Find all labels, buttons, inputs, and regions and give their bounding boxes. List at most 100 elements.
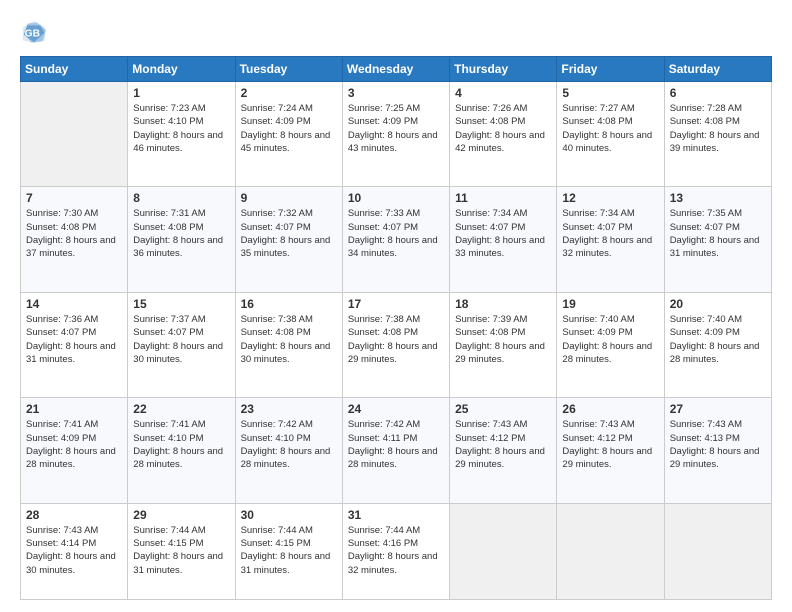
calendar-week-row: 14Sunrise: 7:36 AMSunset: 4:07 PMDayligh… [21, 292, 772, 397]
page: GB SundayMondayTuesdayWednesdayThursdayF… [0, 0, 792, 612]
day-number: 16 [241, 297, 337, 311]
cell-details: Sunrise: 7:43 AMSunset: 4:14 PMDaylight:… [26, 524, 122, 577]
day-number: 12 [562, 191, 658, 205]
calendar-cell [21, 82, 128, 187]
cell-details: Sunrise: 7:42 AMSunset: 4:11 PMDaylight:… [348, 418, 444, 471]
calendar-cell: 7 Sunrise: 7:30 AMSunset: 4:08 PMDaylight… [21, 187, 128, 292]
calendar-cell: 22 Sunrise: 7:41 AMSunset: 4:10 PMDayligh… [128, 398, 235, 503]
cell-details: Sunrise: 7:36 AMSunset: 4:07 PMDaylight:… [26, 313, 122, 366]
calendar-cell: 23Sunrise: 7:42 AMSunset: 4:10 PMDayligh… [235, 398, 342, 503]
cell-details: Sunrise: 7:23 AMSunset: 4:10 PMDaylight:… [133, 102, 229, 155]
day-number: 20 [670, 297, 766, 311]
day-number: 1 [133, 86, 229, 100]
weekday-header-tuesday: Tuesday [235, 57, 342, 82]
calendar-cell: 14Sunrise: 7:36 AMSunset: 4:07 PMDayligh… [21, 292, 128, 397]
day-number: 2 [241, 86, 337, 100]
weekday-header-monday: Monday [128, 57, 235, 82]
calendar-cell: 16 Sunrise: 7:38 AMSunset: 4:08 PMDayligh… [235, 292, 342, 397]
cell-details: Sunrise: 7:31 AMSunset: 4:08 PMDaylight:… [133, 207, 229, 260]
cell-details: Sunrise: 7:34 AMSunset: 4:07 PMDaylight:… [455, 207, 551, 260]
day-number: 10 [348, 191, 444, 205]
calendar-cell [664, 503, 771, 599]
cell-details: Sunrise: 7:43 AMSunset: 4:12 PMDaylight:… [562, 418, 658, 471]
calendar-cell: 28 Sunrise: 7:43 AMSunset: 4:14 PMDayligh… [21, 503, 128, 599]
cell-details: Sunrise: 7:34 AMSunset: 4:07 PMDaylight:… [562, 207, 658, 260]
day-number: 26 [562, 402, 658, 416]
day-number: 6 [670, 86, 766, 100]
day-number: 24 [348, 402, 444, 416]
cell-details: Sunrise: 7:38 AMSunset: 4:08 PMDaylight:… [241, 313, 337, 366]
cell-details: Sunrise: 7:32 AMSunset: 4:07 PMDaylight:… [241, 207, 337, 260]
weekday-header-saturday: Saturday [664, 57, 771, 82]
calendar-table: SundayMondayTuesdayWednesdayThursdayFrid… [20, 56, 772, 600]
calendar-cell: 5 Sunrise: 7:27 AMSunset: 4:08 PMDaylight… [557, 82, 664, 187]
cell-details: Sunrise: 7:44 AMSunset: 4:16 PMDaylight:… [348, 524, 444, 577]
logo-icon: GB [20, 18, 48, 46]
svg-text:GB: GB [25, 29, 40, 40]
calendar-cell: 30Sunrise: 7:44 AMSunset: 4:15 PMDayligh… [235, 503, 342, 599]
calendar-week-row: 21 Sunrise: 7:41 AMSunset: 4:09 PMDayligh… [21, 398, 772, 503]
cell-details: Sunrise: 7:44 AMSunset: 4:15 PMDaylight:… [241, 524, 337, 577]
cell-details: Sunrise: 7:35 AMSunset: 4:07 PMDaylight:… [670, 207, 766, 260]
calendar-cell: 26 Sunrise: 7:43 AMSunset: 4:12 PMDayligh… [557, 398, 664, 503]
calendar-week-row: 7 Sunrise: 7:30 AMSunset: 4:08 PMDaylight… [21, 187, 772, 292]
day-number: 25 [455, 402, 551, 416]
cell-details: Sunrise: 7:30 AMSunset: 4:08 PMDaylight:… [26, 207, 122, 260]
calendar-cell: 20 Sunrise: 7:40 AMSunset: 4:09 PMDayligh… [664, 292, 771, 397]
day-number: 11 [455, 191, 551, 205]
calendar-cell: 4 Sunrise: 7:26 AMSunset: 4:08 PMDaylight… [450, 82, 557, 187]
calendar-cell: 11 Sunrise: 7:34 AMSunset: 4:07 PMDayligh… [450, 187, 557, 292]
cell-details: Sunrise: 7:41 AMSunset: 4:10 PMDaylight:… [133, 418, 229, 471]
calendar-cell: 6 Sunrise: 7:28 AMSunset: 4:08 PMDaylight… [664, 82, 771, 187]
calendar-cell [450, 503, 557, 599]
calendar-cell: 1 Sunrise: 7:23 AMSunset: 4:10 PMDaylight… [128, 82, 235, 187]
cell-details: Sunrise: 7:25 AMSunset: 4:09 PMDaylight:… [348, 102, 444, 155]
day-number: 15 [133, 297, 229, 311]
calendar-cell: 21 Sunrise: 7:41 AMSunset: 4:09 PMDayligh… [21, 398, 128, 503]
calendar-cell: 13Sunrise: 7:35 AMSunset: 4:07 PMDayligh… [664, 187, 771, 292]
day-number: 9 [241, 191, 337, 205]
day-number: 7 [26, 191, 122, 205]
day-number: 28 [26, 508, 122, 522]
day-number: 23 [241, 402, 337, 416]
cell-details: Sunrise: 7:43 AMSunset: 4:12 PMDaylight:… [455, 418, 551, 471]
calendar-cell: 17Sunrise: 7:38 AMSunset: 4:08 PMDayligh… [342, 292, 449, 397]
weekday-header-sunday: Sunday [21, 57, 128, 82]
cell-details: Sunrise: 7:28 AMSunset: 4:08 PMDaylight:… [670, 102, 766, 155]
cell-details: Sunrise: 7:44 AMSunset: 4:15 PMDaylight:… [133, 524, 229, 577]
day-number: 31 [348, 508, 444, 522]
calendar-cell: 3 Sunrise: 7:25 AMSunset: 4:09 PMDaylight… [342, 82, 449, 187]
cell-details: Sunrise: 7:40 AMSunset: 4:09 PMDaylight:… [670, 313, 766, 366]
calendar-cell: 18Sunrise: 7:39 AMSunset: 4:08 PMDayligh… [450, 292, 557, 397]
day-number: 19 [562, 297, 658, 311]
calendar-cell: 27Sunrise: 7:43 AMSunset: 4:13 PMDayligh… [664, 398, 771, 503]
cell-details: Sunrise: 7:37 AMSunset: 4:07 PMDaylight:… [133, 313, 229, 366]
calendar-cell: 24 Sunrise: 7:42 AMSunset: 4:11 PMDayligh… [342, 398, 449, 503]
day-number: 22 [133, 402, 229, 416]
calendar-cell: 12 Sunrise: 7:34 AMSunset: 4:07 PMDayligh… [557, 187, 664, 292]
cell-details: Sunrise: 7:26 AMSunset: 4:08 PMDaylight:… [455, 102, 551, 155]
weekday-header-wednesday: Wednesday [342, 57, 449, 82]
calendar-week-row: 28 Sunrise: 7:43 AMSunset: 4:14 PMDayligh… [21, 503, 772, 599]
calendar-cell: 19Sunrise: 7:40 AMSunset: 4:09 PMDayligh… [557, 292, 664, 397]
weekday-header-thursday: Thursday [450, 57, 557, 82]
cell-details: Sunrise: 7:41 AMSunset: 4:09 PMDaylight:… [26, 418, 122, 471]
logo: GB [20, 18, 52, 46]
day-number: 8 [133, 191, 229, 205]
day-number: 3 [348, 86, 444, 100]
cell-details: Sunrise: 7:38 AMSunset: 4:08 PMDaylight:… [348, 313, 444, 366]
calendar-cell: 15 Sunrise: 7:37 AMSunset: 4:07 PMDayligh… [128, 292, 235, 397]
cell-details: Sunrise: 7:39 AMSunset: 4:08 PMDaylight:… [455, 313, 551, 366]
cell-details: Sunrise: 7:24 AMSunset: 4:09 PMDaylight:… [241, 102, 337, 155]
day-number: 21 [26, 402, 122, 416]
day-number: 27 [670, 402, 766, 416]
calendar-cell: 10Sunrise: 7:33 AMSunset: 4:07 PMDayligh… [342, 187, 449, 292]
calendar-cell [557, 503, 664, 599]
day-number: 4 [455, 86, 551, 100]
day-number: 5 [562, 86, 658, 100]
cell-details: Sunrise: 7:27 AMSunset: 4:08 PMDaylight:… [562, 102, 658, 155]
calendar-cell: 8 Sunrise: 7:31 AMSunset: 4:08 PMDaylight… [128, 187, 235, 292]
calendar-cell: 2 Sunrise: 7:24 AMSunset: 4:09 PMDaylight… [235, 82, 342, 187]
header: GB [20, 18, 772, 46]
calendar-cell: 29Sunrise: 7:44 AMSunset: 4:15 PMDayligh… [128, 503, 235, 599]
